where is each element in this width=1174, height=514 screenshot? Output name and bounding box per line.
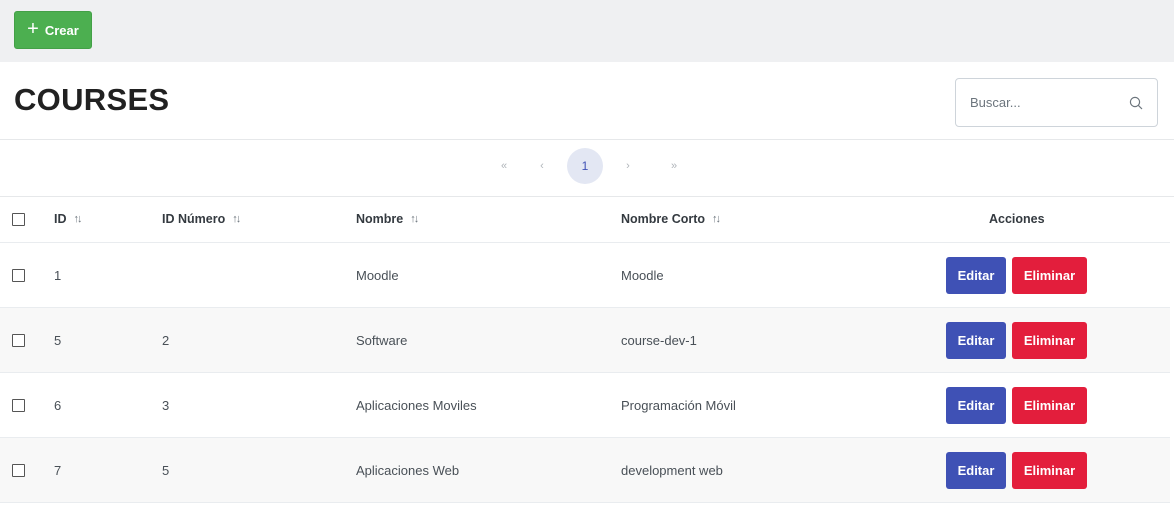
next-page-button[interactable]: › (610, 148, 646, 184)
cell-nombre-corto: Moodle (621, 267, 664, 283)
cell-nombre-corto: course-dev-1 (621, 332, 697, 348)
cell-id: 6 (54, 397, 62, 413)
cell-id-numero: 2 (162, 332, 170, 348)
row-checkbox[interactable] (12, 399, 25, 412)
search-box[interactable] (955, 78, 1158, 127)
row-checkbox[interactable] (12, 464, 25, 477)
edit-button[interactable]: Editar (946, 387, 1006, 424)
create-button[interactable]: + Crear (14, 11, 92, 49)
sort-icon: ↑↓ (73, 213, 83, 225)
delete-button[interactable]: Eliminar (1012, 257, 1087, 294)
column-header-id[interactable]: ID ↑↓ (54, 196, 83, 242)
table-header-row: ID ↑↓ ID Número ↑↓ Nombre ↑↓ Nombre Corto ↑↓… (0, 196, 1170, 243)
divider (0, 139, 1174, 140)
search-icon[interactable] (1129, 96, 1143, 110)
cell-nombre: Aplicaciones Moviles (356, 397, 477, 413)
last-page-button[interactable]: » (656, 148, 692, 184)
edit-button[interactable]: Editar (946, 452, 1006, 489)
cell-id-numero: 3 (162, 397, 170, 413)
delete-button[interactable]: Eliminar (1012, 452, 1087, 489)
edit-button[interactable]: Editar (946, 322, 1006, 359)
column-header-id-numero[interactable]: ID Número ↑↓ (162, 196, 241, 242)
cell-id-numero: 5 (162, 462, 170, 478)
cell-nombre-corto: Programación Móvil (621, 397, 736, 413)
prev-page-button[interactable]: ‹ (524, 148, 560, 184)
row-checkbox[interactable] (12, 269, 25, 282)
cell-id: 1 (54, 267, 62, 283)
select-all-checkbox[interactable] (12, 213, 25, 226)
cell-id: 7 (54, 462, 62, 478)
plus-icon: + (27, 18, 39, 40)
sort-icon: ↑↓ (712, 213, 721, 225)
column-header-nombre[interactable]: Nombre ↑↓ (356, 196, 419, 242)
cell-id: 5 (54, 332, 62, 348)
delete-button[interactable]: Eliminar (1012, 387, 1087, 424)
edit-button[interactable]: Editar (946, 257, 1006, 294)
create-button-label: Crear (44, 22, 79, 38)
row-checkbox[interactable] (12, 334, 25, 347)
cell-nombre: Software (356, 332, 408, 348)
toolbar: + Crear (0, 0, 1174, 62)
page-title: COURSES (14, 82, 170, 117)
first-page-button[interactable]: « (486, 148, 522, 184)
table-row: 7 5 Aplicaciones Web development web Edi… (0, 438, 1170, 503)
search-input[interactable] (956, 79, 1157, 126)
sort-icon: ↑↓ (232, 213, 241, 225)
table-row: 6 3 Aplicaciones Moviles Programación Mó… (0, 373, 1170, 438)
table-row: 5 2 Software course-dev-1 Editar Elimina… (0, 308, 1170, 373)
column-header-acciones: Acciones (989, 212, 1045, 226)
cell-nombre: Moodle (356, 267, 399, 283)
delete-button[interactable]: Eliminar (1012, 322, 1087, 359)
sort-icon: ↑↓ (410, 213, 419, 225)
column-header-nombre-corto[interactable]: Nombre Corto ↑↓ (621, 196, 721, 242)
table-row: 1 Moodle Moodle Editar Eliminar (0, 243, 1170, 308)
cell-nombre: Aplicaciones Web (356, 462, 460, 478)
cell-nombre-corto: development web (621, 462, 723, 478)
page-button-1[interactable]: 1 (567, 148, 603, 184)
paginator: « ‹ 1 › » (0, 148, 1174, 184)
